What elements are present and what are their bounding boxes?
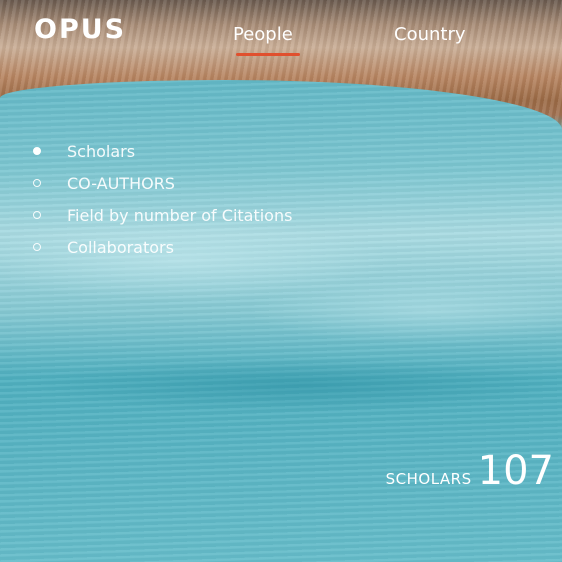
bullet-icon xyxy=(33,179,41,187)
stat-value: 107 xyxy=(477,448,554,494)
page-root: OPUS People Country Scholars CO-AUTHORS … xyxy=(0,0,562,562)
nav-country-link[interactable]: Country xyxy=(394,24,466,45)
stat-label: SCHOLARS xyxy=(385,470,472,488)
view-selector-list: Scholars CO-AUTHORS Field by number of C… xyxy=(30,138,360,266)
menu-item-field-by-citations[interactable]: Field by number of Citations xyxy=(30,202,360,234)
top-header: OPUS People Country xyxy=(0,0,562,70)
nav-active-underline xyxy=(236,53,300,56)
menu-item-label: CO-AUTHORS xyxy=(67,174,175,193)
opus-logo[interactable]: OPUS xyxy=(34,14,126,45)
menu-item-scholars[interactable]: Scholars xyxy=(30,138,360,170)
nav-people-link[interactable]: People xyxy=(233,24,293,45)
menu-item-label: Field by number of Citations xyxy=(67,206,293,225)
bullet-icon xyxy=(33,211,41,219)
scholars-count-stat: SCHOLARS 107 xyxy=(386,448,554,494)
menu-item-label: Scholars xyxy=(67,142,136,161)
menu-item-collaborators[interactable]: Collaborators xyxy=(30,234,360,266)
selected-bullet-icon xyxy=(33,147,41,155)
bullet-icon xyxy=(33,243,41,251)
menu-item-co-authors[interactable]: CO-AUTHORS xyxy=(30,170,360,202)
menu-item-label: Collaborators xyxy=(67,238,174,257)
